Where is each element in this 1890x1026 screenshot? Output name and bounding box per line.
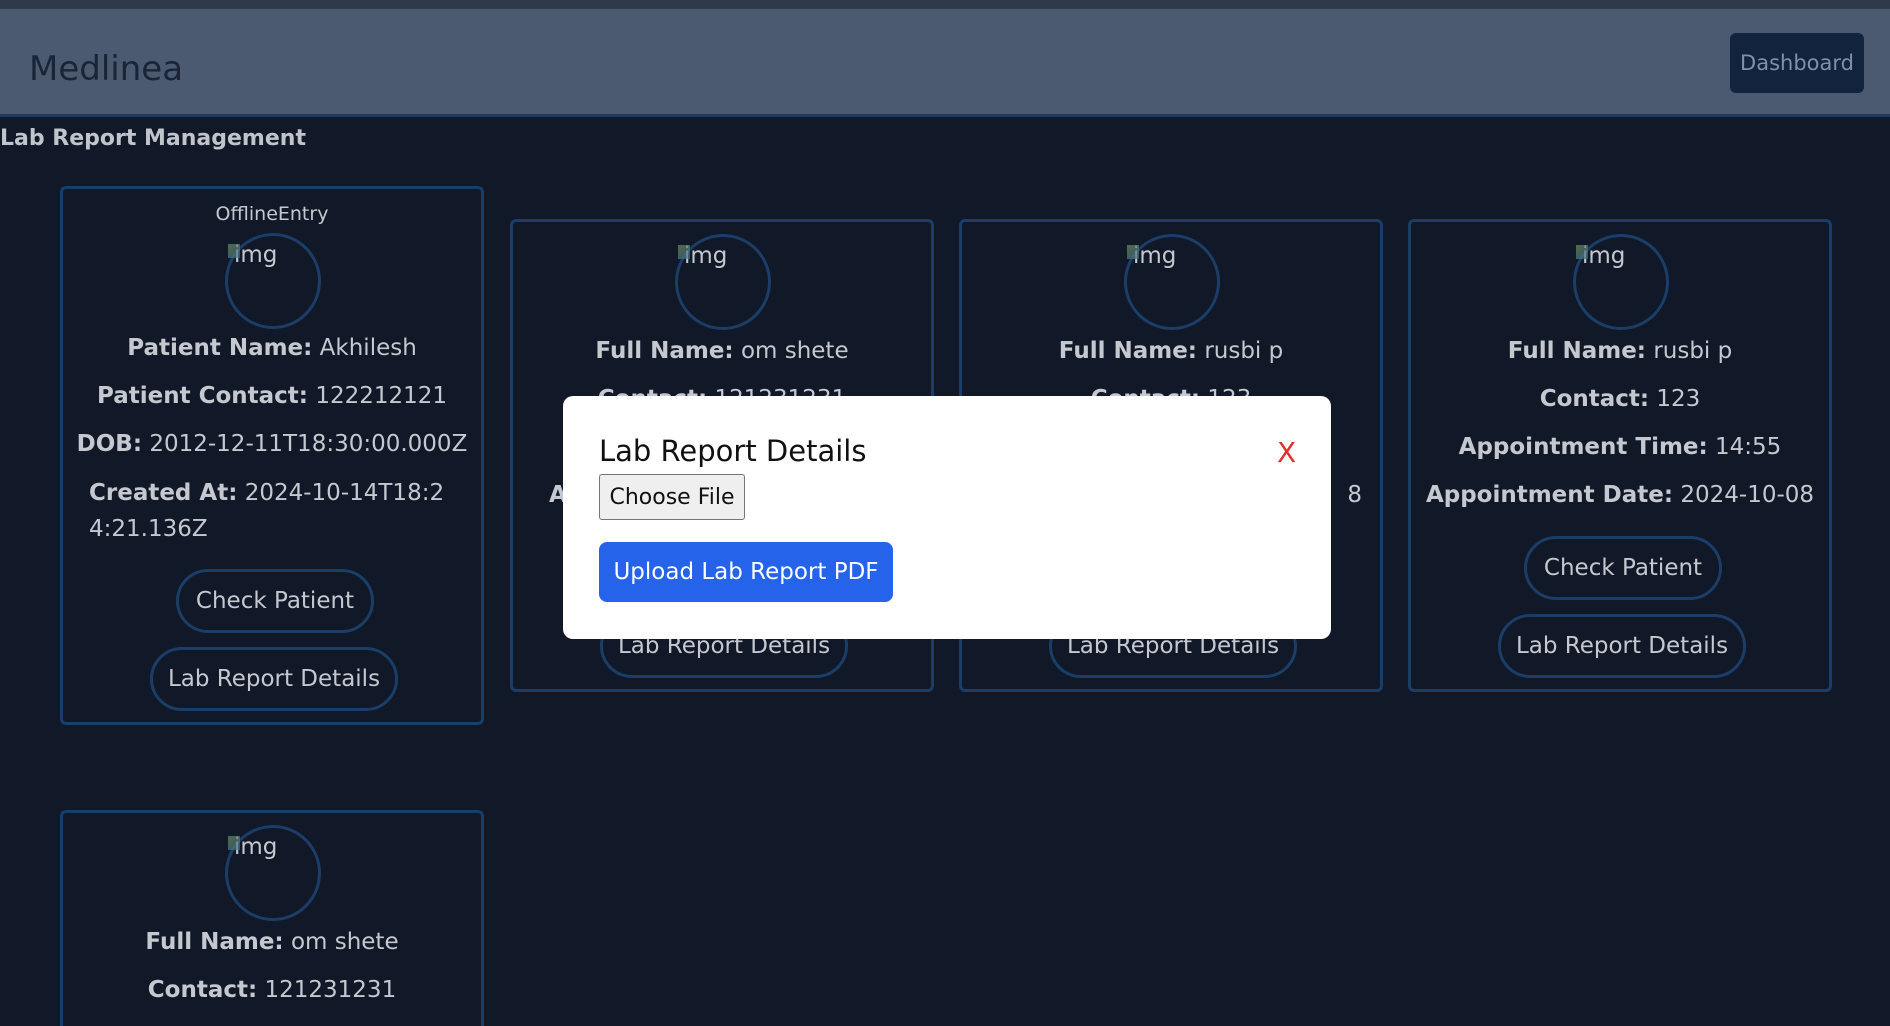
full-name-row: Full Name: om shete	[595, 338, 849, 364]
patient-name-row: Patient Name: Akhilesh	[127, 335, 417, 361]
contact-row: Contact: 121231231	[147, 977, 397, 1003]
patient-avatar: img	[675, 234, 771, 330]
full-name-row: Full Name: rusbi p	[1507, 338, 1733, 364]
full-name-row: Full Name: om shete	[145, 929, 399, 955]
close-button[interactable]: X	[1277, 436, 1296, 469]
upload-lab-report-button[interactable]: Upload Lab Report PDF	[599, 542, 893, 602]
appointment-time-row: Appointment Time: 14:55	[1458, 434, 1782, 460]
patient-avatar: img	[1124, 234, 1220, 330]
lab-report-details-button[interactable]: Lab Report Details	[150, 647, 398, 711]
lab-report-modal: Lab Report Details X Choose File Upload …	[563, 396, 1331, 639]
brand-logo[interactable]: Medlinea	[29, 49, 183, 89]
patient-avatar: img	[1573, 234, 1669, 330]
patient-avatar: img	[225, 825, 321, 921]
created-at-row: Created At: 2024-10-14T18:24:21.136Z	[89, 480, 445, 542]
patient-card: img Full Name: om shete Contact: 1212312…	[60, 810, 484, 1026]
page-title: Lab Report Management	[0, 126, 306, 151]
patient-card: OfflineEntry img Patient Name: Akhilesh …	[60, 186, 484, 725]
appointment-date-row: Appointment Date: 2024-10-08	[1425, 482, 1815, 508]
dob-row: DOB: 2012-12-11T18:30:00.000Z	[76, 431, 468, 457]
full-name-row: Full Name: rusbi p	[1058, 338, 1284, 364]
lab-report-details-button[interactable]: Lab Report Details	[1498, 614, 1746, 678]
check-patient-button[interactable]: Check Patient	[176, 569, 374, 633]
modal-title: Lab Report Details	[599, 434, 867, 468]
dashboard-button[interactable]: Dashboard	[1730, 33, 1864, 93]
contact-row: Contact: 123	[1539, 386, 1701, 412]
check-patient-button[interactable]: Check Patient	[1524, 536, 1722, 600]
navbar: Medlinea Dashboard	[0, 9, 1890, 117]
patient-card: img Full Name: rusbi p Contact: 123 Appo…	[1408, 219, 1832, 692]
choose-file-button[interactable]: Choose File	[599, 474, 745, 520]
patient-contact-row: Patient Contact: 122212121	[96, 383, 448, 409]
patient-avatar: img	[225, 233, 321, 329]
top-strip	[0, 0, 1890, 9]
card-label: OfflineEntry	[215, 203, 329, 225]
